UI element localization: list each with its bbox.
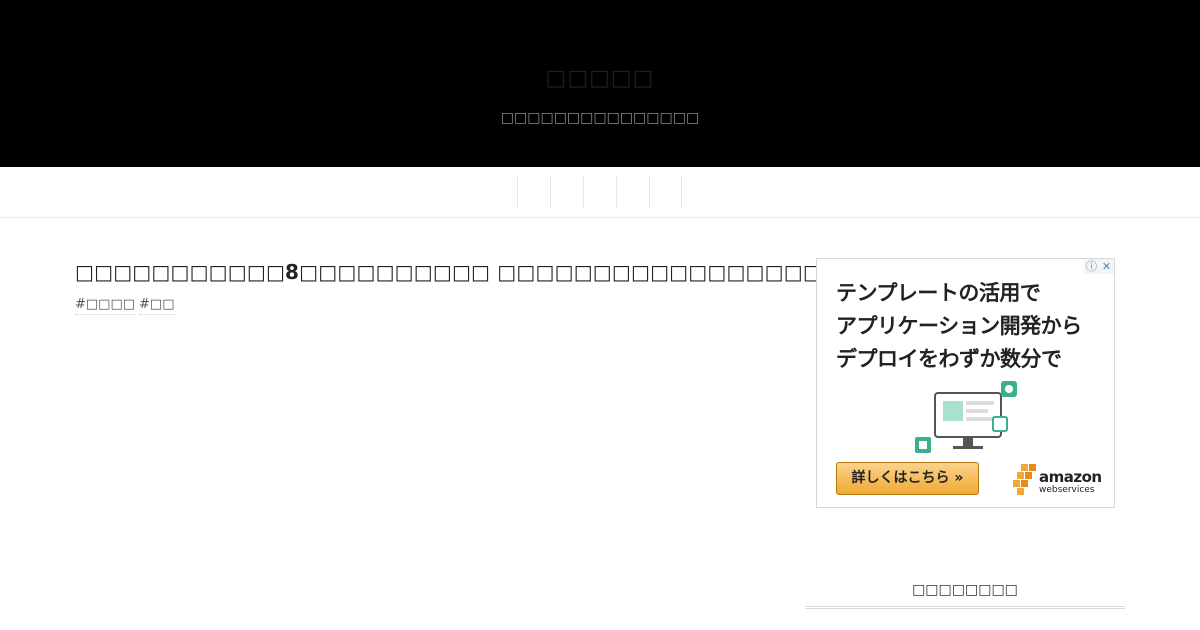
post-title: □□□□□□□□□□□8□□□□□□□□□□ □□□□□□□□□□□□□□□□□… [75, 260, 937, 284]
aws-brand-subtext: webservices [1039, 485, 1095, 495]
tag-link[interactable]: #□□ [139, 297, 175, 315]
monitor-illustration-icon [915, 381, 1017, 453]
ad-headline: テンプレートの活用で アプリケーション開発から デプロイをわずか数分で [836, 277, 1106, 376]
nav-item-1[interactable] [517, 176, 550, 208]
ad-banner[interactable]: ⓘ ✕ テンプレートの活用で アプリケーション開発から デプロイをわずか数分で … [816, 258, 1115, 508]
sidebar-widget-title: □□□□□□□□ [805, 582, 1125, 609]
nav-item-5[interactable] [649, 176, 682, 208]
global-nav [0, 167, 1200, 218]
aws-brand-text: amazon [1039, 468, 1102, 486]
nav-list [517, 176, 682, 208]
ad-headline-line: テンプレートの活用で [836, 281, 1041, 305]
ad-headline-line: アプリケーション開発から [836, 314, 1082, 338]
tag-list: #□□□□ #□□ [75, 297, 175, 315]
ad-cta-button[interactable]: 詳しくはこちら » [836, 462, 979, 495]
site-title[interactable]: □□□□□ [0, 66, 1200, 91]
nav-item-2[interactable] [550, 176, 583, 208]
ad-choices[interactable]: ⓘ ✕ [1084, 259, 1114, 274]
ad-headline-line: デプロイをわずか数分で [836, 347, 1062, 371]
site-description: □□□□□□□□□□□□□□□ [500, 110, 700, 126]
close-icon[interactable]: ✕ [1099, 259, 1114, 274]
aws-logo: amazon webservices [1013, 462, 1103, 498]
nav-item-3[interactable] [583, 176, 616, 208]
nav-item-4[interactable] [616, 176, 649, 208]
tag-link[interactable]: #□□□□ [75, 297, 136, 315]
info-icon[interactable]: ⓘ [1084, 259, 1099, 274]
site-header: □□□□□ □□□□□□□□□□□□□□□ [0, 0, 1200, 167]
